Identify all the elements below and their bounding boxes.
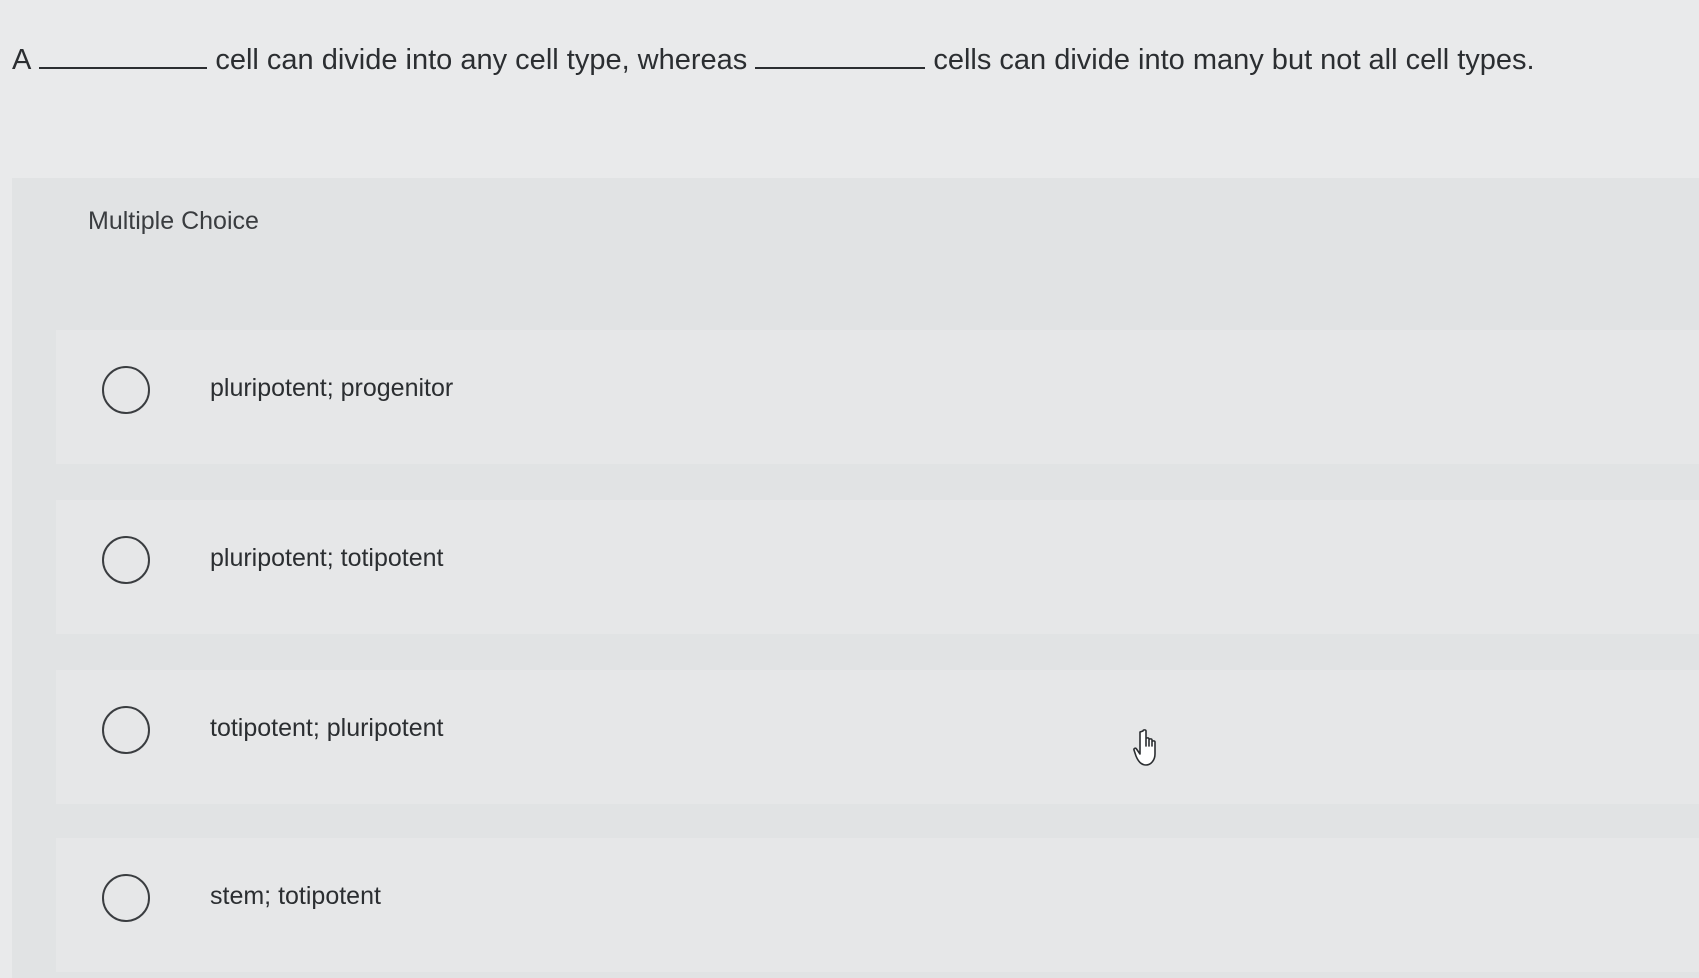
option-row[interactable]: pluripotent; progenitor <box>56 330 1699 464</box>
option-row[interactable]: totipotent; pluripotent <box>56 670 1699 804</box>
hand-pointer-icon <box>1133 729 1156 766</box>
option-label: pluripotent; progenitor <box>210 374 454 402</box>
radio-button[interactable] <box>102 874 150 922</box>
question-suffix: cells can divide into many but not all c… <box>933 44 1535 76</box>
blank-2 <box>755 39 926 69</box>
option-row[interactable]: pluripotent; totipotent <box>56 500 1699 634</box>
option-label: pluripotent; totipotent <box>210 544 444 572</box>
radio-button[interactable] <box>102 536 150 584</box>
question-type-label: Multiple Choice <box>88 207 259 235</box>
radio-button[interactable] <box>102 706 150 754</box>
option-row[interactable]: stem; totipotent <box>56 838 1699 972</box>
question-middle: cell can divide into any cell type, wher… <box>215 44 748 76</box>
radio-button[interactable] <box>102 366 150 414</box>
option-label: totipotent; pluripotent <box>210 714 444 742</box>
question-prefix: A <box>12 44 32 76</box>
option-label: stem; totipotent <box>210 882 381 910</box>
question-text: Acell can divide into any cell type, whe… <box>12 36 1682 84</box>
blank-1 <box>39 39 208 69</box>
